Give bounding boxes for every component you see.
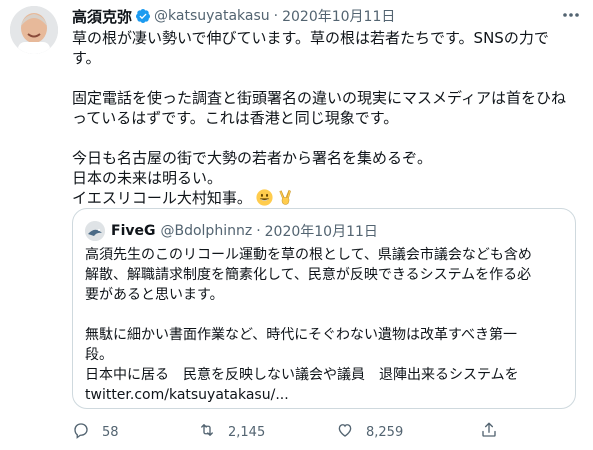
- victory-hand-emoji-icon: [277, 189, 294, 206]
- quoted-author-avatar: [85, 221, 105, 241]
- quoted-line: 無駄に細かい書面作業など、時代にそぐわない遺物は改革すべき第一: [85, 327, 518, 343]
- quoted-tweet-date: 2020年10月11日: [264, 224, 378, 240]
- tweet-paragraph: 今日も名古屋の街で大勢の若者から署名を集めるぞ。 日本の未来は明るい。 イエスリ…: [72, 148, 572, 208]
- quoted-tweet-text: 高須先生のこのリコール運動を草の根として、県議会市議会なども含め 解散、解職請求…: [85, 245, 565, 405]
- share-icon: [480, 421, 498, 443]
- quoted-tweet-header: FiveG @Bdolphinnz · 2020年10月11日: [85, 221, 378, 241]
- quoted-author-name: FiveG: [111, 223, 156, 239]
- tweet-line: っているはずです。これは香港と同じ現象です。: [72, 109, 399, 127]
- retweet-count: 2,145: [228, 424, 266, 440]
- reply-icon: [72, 421, 90, 443]
- tweet-actions: 58 2,145 8,259: [72, 420, 572, 444]
- author-name[interactable]: 高須克弥: [72, 6, 132, 27]
- tweet[interactable]: 高須克弥 @katsuyatakasu · 2020年10月11日 草の根が凄い…: [0, 0, 593, 450]
- quoted-line: 高須先生のこのリコール運動を草の根として、県議会市議会なども含め: [85, 247, 532, 263]
- grinning-face-emoji-icon: [256, 189, 273, 206]
- retweet-button[interactable]: 2,145: [198, 420, 265, 444]
- quoted-link[interactable]: twitter.com/katsuyatakasu/...: [85, 385, 565, 405]
- author-avatar[interactable]: [10, 6, 58, 54]
- quoted-paragraph: 無駄に細かい書面作業など、時代にそぐわない遺物は改革すべき第一 段。 日本中に居…: [85, 325, 565, 405]
- tweet-line: 今日も名古屋の街で大勢の若者から署名を集めるぞ。: [72, 149, 433, 167]
- tweet-line-with-emoji: イエスリコール大村知事。: [72, 188, 572, 208]
- like-count: 8,259: [366, 424, 404, 440]
- tweet-line: す。: [72, 49, 101, 67]
- quoted-tweet[interactable]: FiveG @Bdolphinnz · 2020年10月11日 高須先生のこのリ…: [72, 208, 576, 409]
- quoted-author-handle: @Bdolphinnz: [160, 223, 253, 239]
- reply-button[interactable]: 58: [72, 420, 119, 444]
- tweet-line: イエスリコール大村知事。: [72, 189, 252, 207]
- quoted-paragraph: 高須先生のこのリコール運動を草の根として、県議会市議会なども含め 解散、解職請求…: [85, 245, 565, 305]
- tweet-line: 日本の未来は明るい。: [72, 169, 223, 187]
- header-separator: ·: [273, 8, 279, 24]
- retweet-icon: [198, 421, 216, 443]
- reply-count: 58: [102, 424, 119, 440]
- like-button[interactable]: 8,259: [336, 420, 403, 444]
- tweet-header: 高須克弥 @katsuyatakasu · 2020年10月11日: [72, 6, 395, 26]
- quoted-line: 要があると思います。: [85, 287, 224, 303]
- tweet-text: 草の根が凄い勢いで伸びています。草の根は若者たちです。SNSの力で す。 固定電…: [72, 28, 572, 208]
- quoted-line: 解散、解職請求制度を簡素化して、民意が反映できるシステムを作る必: [85, 267, 532, 283]
- tweet-line: 草の根が凄い勢いで伸びています。草の根は若者たちです。SNSの力で: [72, 29, 549, 47]
- verified-badge-icon: [135, 8, 151, 24]
- tweet-paragraph: 固定電話を使った調査と街頭署名の違いの現実にマスメディアは首をひね っているはず…: [72, 88, 572, 128]
- quoted-line: 日本中に居る 民意を反映しない議会や議員 退陣出来るシステムを: [85, 367, 519, 383]
- more-options-icon[interactable]: [561, 6, 581, 24]
- quoted-header-separator: ·: [256, 223, 261, 239]
- tweet-line: 固定電話を使った調査と街頭署名の違いの現実にマスメディアは首をひね: [72, 89, 566, 107]
- tweet-date[interactable]: 2020年10月11日: [282, 6, 395, 26]
- heart-icon: [336, 421, 354, 443]
- author-handle[interactable]: @katsuyatakasu: [154, 8, 270, 24]
- quoted-line: 段。: [85, 347, 113, 363]
- tweet-paragraph: 草の根が凄い勢いで伸びています。草の根は若者たちです。SNSの力で す。: [72, 28, 572, 68]
- share-button[interactable]: [480, 420, 498, 444]
